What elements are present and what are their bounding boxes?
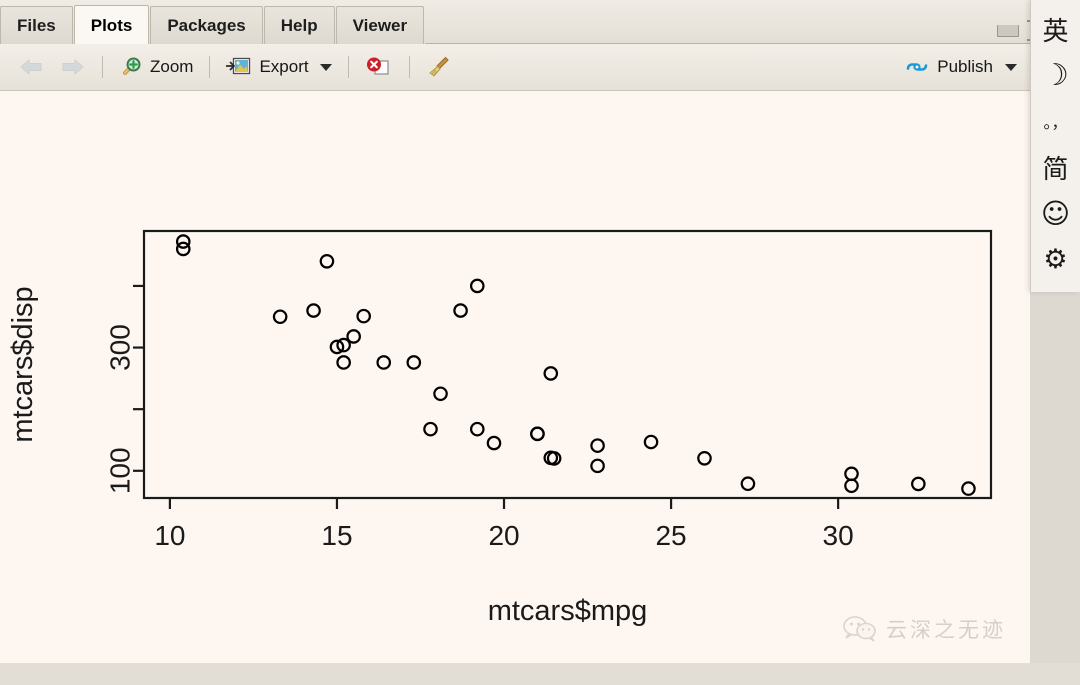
data-point [423,421,438,437]
data-point [406,355,422,370]
magnifier-plus-icon [123,57,141,75]
ime-emoji[interactable]: ☺ [1034,190,1078,236]
chevron-down-icon[interactable] [319,63,332,71]
publish-label: Publish [937,57,993,76]
publish-chevron-down-icon[interactable] [1005,63,1017,71]
rstudio-plots-pane: Files Plots Packages Help Viewer Zoom Ex… [0,0,1080,685]
clear-all-plots-button[interactable] [418,53,460,81]
data-point [319,253,335,269]
y-tick-label: 100 [104,447,135,494]
x-tick-label: 20 [488,520,519,551]
pane-tabbar: Files Plots Packages Help Viewer [0,0,1080,46]
x-tick-label: 15 [321,520,352,551]
data-point [530,426,545,442]
plot-surface: 10 15 20 25 30 100 300 mtcars$mpg mtcars$disp 云深… [0,90,1030,665]
ime-settings[interactable]: ⚙ [1034,236,1078,282]
zoom-label: Zoom [150,57,194,76]
tab-help[interactable]: Help [263,6,335,45]
data-point [844,466,859,482]
forward-button[interactable] [52,55,94,79]
tab-viewer[interactable]: Viewer [335,6,425,45]
remove-plot-button[interactable] [357,54,401,80]
data-point [453,303,468,318]
tabbar-filler [425,5,1080,44]
toolbar-separator-2 [209,56,211,78]
ime-night-mode[interactable]: ☽ [1034,52,1078,98]
ime-language-english[interactable]: 英 [1034,6,1078,52]
data-point [590,438,605,453]
data-point [844,478,859,494]
data-point [911,476,926,492]
ime-simplified-chinese[interactable]: 简 [1034,144,1078,190]
y-tick-label: 300 [104,324,135,371]
scatter-plot: 10 15 20 25 30 100 300 mtcars$mpg mtcars$disp [7,229,993,627]
y-axis-label: mtcars$disp [7,286,39,442]
plots-toolbar: Zoom Export Publish [0,44,1080,91]
x-tick-label: 25 [655,520,686,551]
back-arrow-icon [20,58,42,76]
pane-bottom-strip [0,663,1080,685]
data-point [643,434,659,450]
data-point [433,386,448,402]
export-image-icon [226,57,251,75]
ime-punctuation-mode[interactable]: 。， [1034,98,1078,144]
toolbar-separator-3 [347,56,349,78]
publish-button[interactable]: Publish [905,57,1023,77]
export-label: Export [259,57,309,76]
data-point [469,278,485,294]
data-point [543,366,559,381]
remove-plot-icon [366,57,389,75]
zoom-button[interactable]: Zoom [111,53,201,81]
tab-plots[interactable]: Plots [73,5,150,46]
ime-toolbar: 英 ☽ 。， 简 ☺ ⚙ [1030,0,1080,292]
x-tick-label: 10 [154,520,185,551]
data-point [961,481,976,496]
publish-icon [906,63,928,71]
x-tick-label: 30 [823,520,854,551]
toolbar-separator [102,56,103,78]
minimize-pane-icon[interactable] [997,24,1019,37]
back-button[interactable] [10,55,52,79]
plot-panel-box [142,229,993,500]
tab-packages[interactable]: Packages [150,6,263,45]
broom-clear-all-icon [428,56,449,77]
data-point [740,476,756,492]
tab-files[interactable]: Files [0,6,73,45]
data-point [590,458,605,474]
data-point [306,303,321,318]
data-point [175,241,191,257]
data-point [356,308,371,324]
data-point [469,421,485,437]
forward-arrow-icon [62,58,84,76]
toolbar-separator-4 [408,56,410,78]
data-point [697,450,712,466]
data-point [486,435,502,451]
data-point [336,355,351,370]
x-axis-label: mtcars$mpg [488,595,648,627]
export-button[interactable]: Export [218,54,339,80]
data-point [376,355,392,370]
data-point [272,309,288,325]
